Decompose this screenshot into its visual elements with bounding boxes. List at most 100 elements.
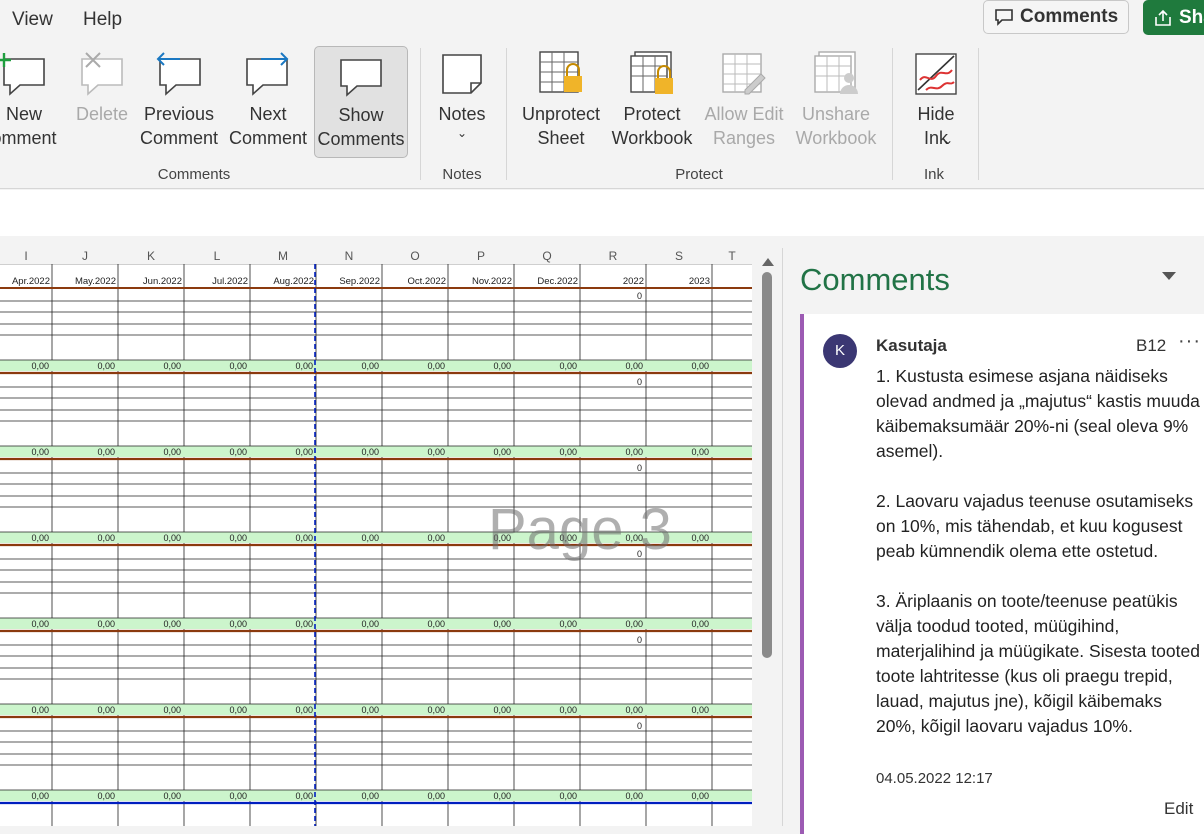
ribbon-separator xyxy=(506,48,507,180)
comments-button-label: Comments xyxy=(1020,6,1119,27)
ribbon-separator xyxy=(420,48,421,180)
column-header[interactable]: M xyxy=(250,248,316,264)
comments-pane-title: Comments xyxy=(800,262,950,297)
total-cell: 0,00 xyxy=(229,619,247,629)
allow-edit-ranges-button[interactable]: Allow Edit Ranges xyxy=(700,46,788,150)
column-header[interactable]: O xyxy=(382,248,448,264)
total-cell: 0,00 xyxy=(295,447,313,457)
previous-comment-button[interactable]: Previous Comment xyxy=(136,46,222,150)
total-cell: 0,00 xyxy=(691,705,709,715)
scrollbar-thumb[interactable] xyxy=(762,272,772,658)
value-cell: 0 xyxy=(637,721,642,731)
unprotect-sheet-button[interactable]: Unprotect Sheet xyxy=(516,46,606,150)
spreadsheet-grid[interactable]: IJKLMNOPQRST Apr.2022 May.2022 Jun.2022 Jul… xyxy=(0,248,752,826)
total-cell: 0,00 xyxy=(163,533,181,543)
total-cell: 0,00 xyxy=(559,705,577,715)
new-comment-icon xyxy=(0,53,45,96)
delete-comment-button[interactable]: Delete xyxy=(70,46,134,126)
protect-workbook-icon xyxy=(630,51,673,94)
total-cell: 0,00 xyxy=(163,791,181,801)
allow-edit-ranges-icon xyxy=(722,53,766,95)
total-cell: 0,00 xyxy=(229,791,247,801)
notes-label: Notes xyxy=(438,104,486,124)
comment-paragraph: 3. Äriplaanis on toote/teenuse peatükis … xyxy=(876,591,1200,736)
total-cell: 0,00 xyxy=(625,447,643,457)
total-cell: 0,00 xyxy=(427,361,445,371)
column-header[interactable]: R xyxy=(580,248,646,264)
total-cell: 0,00 xyxy=(97,705,115,715)
group-label-protect: Protect xyxy=(675,166,723,183)
total-cell: 0,00 xyxy=(361,533,379,543)
protect-workbook-button[interactable]: Protect Workbook xyxy=(606,46,698,150)
total-cell: 0,00 xyxy=(691,533,709,543)
scroll-up-icon[interactable] xyxy=(758,252,778,272)
total-cell: 0,00 xyxy=(229,361,247,371)
total-cell: 0,00 xyxy=(97,619,115,629)
total-cell: 0,00 xyxy=(295,705,313,715)
show-comments-button[interactable]: Show Comments xyxy=(314,46,408,158)
total-cell: 0,00 xyxy=(625,791,643,801)
total-cell: 0,00 xyxy=(559,447,577,457)
total-cell: 0,00 xyxy=(691,791,709,801)
total-cell: 0,00 xyxy=(97,447,115,457)
column-header[interactable]: J xyxy=(52,248,118,264)
comment-author: Kasutaja xyxy=(876,336,947,355)
total-cell: 0,00 xyxy=(97,791,115,801)
column-header[interactable]: I xyxy=(0,248,52,264)
menu-view[interactable]: View xyxy=(12,9,53,31)
comment-cell-reference[interactable]: B12 xyxy=(1136,336,1166,356)
edit-comment-link[interactable]: Edit xyxy=(1164,799,1193,819)
column-header[interactable]: N xyxy=(316,248,382,264)
group-label-ink: Ink xyxy=(923,166,944,183)
column-header[interactable]: L xyxy=(184,248,250,264)
show-comments-label: Show Comments xyxy=(317,105,405,149)
total-cell: 0,00 xyxy=(427,791,445,801)
header-cell: Oct.2022 xyxy=(407,276,446,287)
protect-workbook-label: Protect Workbook xyxy=(611,104,693,148)
total-cell: 0,00 xyxy=(163,705,181,715)
column-header[interactable]: K xyxy=(118,248,184,264)
column-header[interactable]: P xyxy=(448,248,514,264)
new-comment-button[interactable]: New omment xyxy=(0,46,70,150)
comments-toggle-button[interactable]: Comments xyxy=(983,0,1129,34)
group-label-comments: Comments xyxy=(157,166,231,183)
hide-ink-button[interactable]: Hide Ink xyxy=(904,46,968,150)
total-cell: 0,00 xyxy=(691,619,709,629)
total-cell: 0,00 xyxy=(97,361,115,371)
column-header[interactable]: S xyxy=(646,248,712,264)
share-button[interactable]: Sha xyxy=(1143,0,1204,35)
total-cell: 0,00 xyxy=(691,447,709,457)
total-cell: 0,00 xyxy=(229,705,247,715)
total-cell: 0,00 xyxy=(625,705,643,715)
column-header[interactable]: Q xyxy=(514,248,580,264)
header-cell: Aug.2022 xyxy=(273,276,314,287)
next-comment-button[interactable]: Next Comment xyxy=(226,46,310,150)
comment-thread[interactable]: K Kasutaja B12 ··· 1. Kustusta esimese a… xyxy=(800,314,1204,834)
total-cell: 0,00 xyxy=(493,619,511,629)
notes-dropdown-button[interactable]: Notes ⌄ xyxy=(430,46,494,140)
total-cell: 0,00 xyxy=(229,533,247,543)
total-cell: 0,00 xyxy=(163,361,181,371)
delete-comment-icon xyxy=(81,52,123,96)
menu-help[interactable]: Help xyxy=(83,9,122,31)
total-cell: 0,00 xyxy=(163,619,181,629)
total-cell: 0,00 xyxy=(625,361,643,371)
unshare-workbook-button[interactable]: Unshare Workbook xyxy=(790,46,882,150)
total-cell: 0,00 xyxy=(229,447,247,457)
formula-bar[interactable] xyxy=(0,190,1204,237)
unshare-workbook-icon xyxy=(814,51,858,94)
pane-options-chevron-icon[interactable] xyxy=(1161,270,1177,282)
chevron-down-icon: ⌄ xyxy=(943,133,954,147)
total-cell: 0,00 xyxy=(493,447,511,457)
total-cell: 0,00 xyxy=(559,791,577,801)
total-cell: 0,00 xyxy=(295,361,313,371)
total-cell: 0,00 xyxy=(625,619,643,629)
allow-edit-ranges-label: Allow Edit Ranges xyxy=(704,104,784,148)
total-cell: 0,00 xyxy=(427,705,445,715)
total-cell: 0,00 xyxy=(493,361,511,371)
column-header[interactable]: T xyxy=(712,248,752,264)
more-options-icon[interactable]: ··· xyxy=(1178,330,1201,353)
grid-cells[interactable]: Apr.2022 May.2022 Jun.2022 Jul.2022 Aug.2022… xyxy=(0,264,752,826)
total-cell: 0,00 xyxy=(295,619,313,629)
total-cell: 0,00 xyxy=(97,533,115,543)
